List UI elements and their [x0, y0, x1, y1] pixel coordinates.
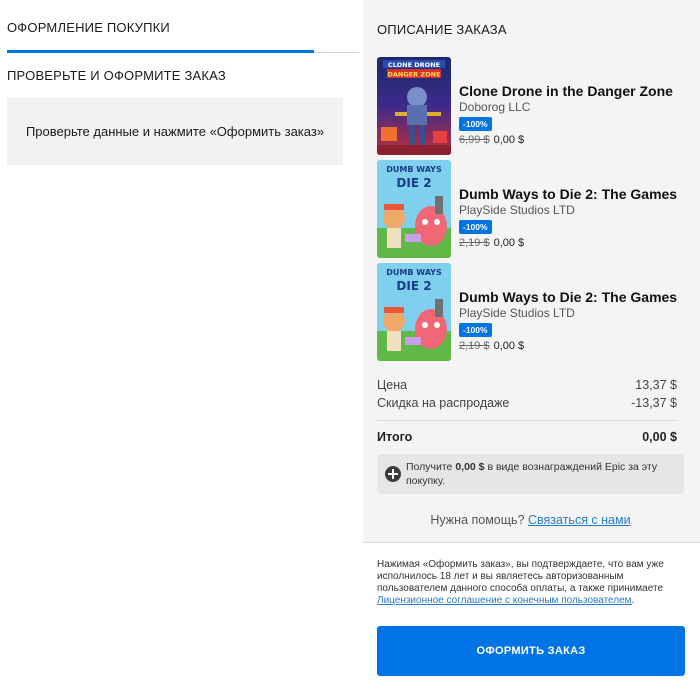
sale-price: 0,00 $	[493, 237, 525, 249]
item-title[interactable]: Clone Drone in the Danger Zone	[459, 83, 689, 99]
legal-notice: Нажимая «Оформить заказ», вы подтверждае…	[377, 559, 677, 607]
item-info: Clone Drone in the Danger Zone Doborog L…	[459, 83, 689, 146]
order-item: DUMB WAYS DIE 2 Dumb Ways to Die 2: The …	[377, 263, 687, 361]
sale-value: -13,37 $	[631, 396, 677, 410]
price-value: 13,37 $	[635, 378, 677, 392]
total-value: 0,00 $	[642, 430, 677, 444]
price-breakdown: Цена 13,37 $ Скидка на распродаже -13,37…	[377, 378, 677, 414]
total-label: Итого	[377, 430, 413, 444]
place-order-button[interactable]: ОФОРМИТЬ ЗАКАЗ	[377, 626, 685, 676]
item-developer: PlaySide Studios LTD	[459, 306, 575, 320]
item-developer: Doborog LLC	[459, 100, 531, 114]
sale-price: 0,00 $	[493, 340, 525, 352]
legal-text: Нажимая «Оформить заказ», вы подтверждае…	[377, 559, 664, 594]
item-developer: PlaySide Studios LTD	[459, 203, 575, 217]
original-price: 2,19 $	[459, 340, 490, 352]
review-info-text: Проверьте данные и нажмите «Оформить зак…	[25, 124, 325, 139]
order-summary-pane: ОПИСАНИЕ ЗАКАЗА CLONE DRONE DANGER ZONE	[363, 0, 700, 686]
reward-text: Получите	[406, 461, 456, 473]
price-row: Цена 13,37 $	[377, 378, 677, 396]
discount-badge: -100%	[459, 323, 492, 337]
cover-text: DIE 2	[396, 279, 431, 293]
epic-rewards-box: Получите 0,00 $ в виде вознаграждений Ep…	[377, 454, 684, 494]
game-cover-image: DUMB WAYS DIE 2	[377, 263, 451, 361]
cover-text: DANGER ZONE	[387, 71, 440, 79]
summary-title: ОПИСАНИЕ ЗАКАЗА	[377, 22, 507, 37]
legal-end: .	[631, 595, 635, 606]
cover-text: DUMB WAYS	[386, 268, 442, 277]
help-line: Нужна помощь? Связаться с нами	[377, 513, 684, 527]
discount-badge: -100%	[459, 117, 492, 131]
divider	[377, 420, 677, 421]
tab-checkout[interactable]: ОФОРМЛЕНИЕ ПОКУПКИ	[7, 20, 170, 35]
cover-text: DIE 2	[396, 176, 431, 190]
item-info: Dumb Ways to Die 2: The Games PlaySide S…	[459, 186, 689, 249]
active-tab-indicator	[7, 50, 314, 53]
sale-label: Скидка на распродаже	[377, 396, 510, 410]
item-title[interactable]: Dumb Ways to Die 2: The Games	[459, 186, 689, 202]
original-price: 6,99 $	[459, 134, 490, 146]
item-title[interactable]: Dumb Ways to Die 2: The Games	[459, 289, 689, 305]
item-price: 2,19 $0,00 $	[459, 237, 689, 249]
original-price: 2,19 $	[459, 237, 490, 249]
cover-text: CLONE DRONE	[388, 61, 440, 69]
total-row: Итого 0,00 $	[377, 430, 677, 444]
checkout-footer: Нажимая «Оформить заказ», вы подтверждае…	[363, 542, 700, 686]
order-item: DUMB WAYS DIE 2 Dumb Ways to Die 2: The …	[377, 160, 687, 258]
checkout-tabs: ОФОРМЛЕНИЕ ПОКУПКИ	[7, 20, 359, 53]
discount-badge: -100%	[459, 220, 492, 234]
help-text: Нужна помощь?	[430, 513, 528, 527]
eula-link[interactable]: Лицензионное соглашение с конечным польз…	[377, 595, 632, 606]
contact-us-link[interactable]: Связаться с нами	[528, 513, 631, 527]
section-title: ПРОВЕРЬТЕ И ОФОРМИТЕ ЗАКАЗ	[7, 68, 226, 83]
game-cover-image: DUMB WAYS DIE 2	[377, 160, 451, 258]
game-cover-image: CLONE DRONE DANGER ZONE	[377, 57, 451, 155]
price-label: Цена	[377, 378, 408, 392]
order-item: CLONE DRONE DANGER ZONE Clone Drone in t…	[377, 57, 687, 155]
review-info-box: Проверьте данные и нажмите «Оформить зак…	[7, 98, 343, 165]
reward-amount: 0,00 $	[455, 461, 485, 473]
item-price: 6,99 $0,00 $	[459, 134, 689, 146]
cover-text: DUMB WAYS	[386, 165, 442, 174]
item-price: 2,19 $0,00 $	[459, 340, 689, 352]
sale-price: 0,00 $	[493, 134, 525, 146]
plus-circle-icon	[385, 466, 401, 482]
checkout-pane: ОФОРМЛЕНИЕ ПОКУПКИ ПРОВЕРЬТЕ И ОФОРМИТЕ …	[0, 0, 363, 686]
item-info: Dumb Ways to Die 2: The Games PlaySide S…	[459, 289, 689, 352]
sale-row: Скидка на распродаже -13,37 $	[377, 396, 677, 414]
